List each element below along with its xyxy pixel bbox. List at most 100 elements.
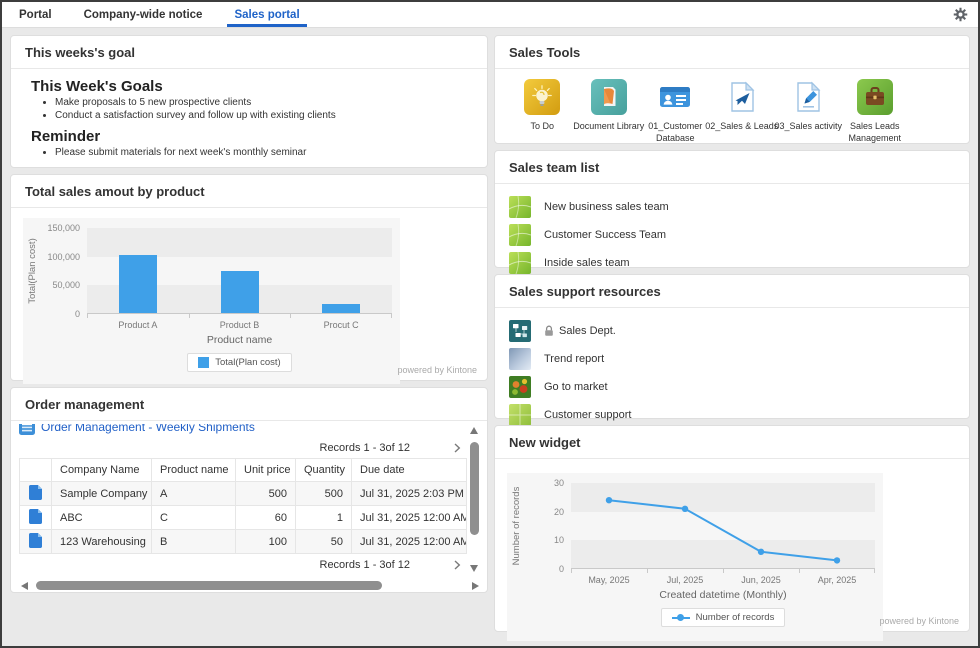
org-chart-icon	[509, 320, 531, 342]
cell-quantity: 500	[296, 482, 352, 506]
line-plot-area	[571, 483, 875, 569]
resource-label: Go to market	[544, 381, 608, 393]
team-label: Inside sales team	[544, 257, 630, 269]
table-row: 123 Warehousing B 100 50 Jul 31, 2025 12…	[20, 530, 467, 554]
gear-icon[interactable]	[953, 7, 968, 22]
next-page-icon[interactable]	[452, 558, 467, 572]
team-item-inside-sales[interactable]: Inside sales team	[509, 249, 955, 277]
records-count: Records 1 - 3of 12	[320, 559, 411, 571]
reminder-item: Please submit materials for next week's …	[55, 147, 467, 158]
line-chart: Number of records 30 20 10 0	[495, 459, 969, 633]
x-axis-labels: Product A Product B Procut C	[87, 320, 392, 330]
next-page-icon[interactable]	[452, 441, 467, 455]
briefcase-icon	[857, 79, 893, 115]
record-document-icon[interactable]	[20, 482, 52, 506]
goal-heading: This Week's Goals	[31, 78, 467, 95]
cell-unit-price: 500	[236, 482, 296, 506]
app-customer-database[interactable]: 01_Customer Database	[642, 79, 709, 144]
trend-gradient-icon	[509, 348, 531, 370]
vertical-scroll-track[interactable]	[470, 438, 479, 561]
team-item-customer-success[interactable]: Customer Success Team	[509, 221, 955, 249]
cell-quantity: 1	[296, 506, 352, 530]
chart-legend: Total(Plan cost)	[187, 353, 291, 372]
document-library-icon	[591, 79, 627, 115]
cell-product: B	[152, 530, 236, 554]
col-product-name: Product name	[152, 459, 236, 482]
resource-go-to-market[interactable]: Go to market	[509, 373, 955, 401]
left-column: This weeks's goal This Week's Goals Make…	[10, 35, 488, 639]
col-unit-price: Unit price	[236, 459, 296, 482]
bar-product-b	[221, 271, 259, 313]
lock-icon	[544, 325, 554, 337]
goal-item: Make proposals to 5 new prospective clie…	[55, 97, 467, 108]
tab-company-wide-notice[interactable]: Company-wide notice	[77, 2, 210, 27]
cell-due-date: Jul 31, 2025 12:00 AM	[352, 530, 467, 554]
green-grid-icon	[509, 404, 531, 426]
app-todo[interactable]: To Do	[509, 79, 576, 144]
bar-plot-area	[87, 228, 392, 314]
powered-by-kintone: powered by Kintone	[879, 616, 959, 626]
tab-sales-portal[interactable]: Sales portal	[227, 2, 306, 27]
x-axis-labels: May, 2025 Jul, 2025 Jun, 2025 Apr, 2025	[571, 575, 875, 585]
todo-lightbulb-icon	[524, 79, 560, 115]
resource-trend-report[interactable]: Trend report	[509, 345, 955, 373]
resource-label: Trend report	[544, 353, 604, 365]
col-record-icon	[20, 459, 52, 482]
y-axis-title: Total(Plan cost)	[27, 228, 41, 314]
col-company-name: Company Name	[52, 459, 152, 482]
app-sales-and-leads[interactable]: 02_Sales & Leads	[709, 79, 776, 144]
cell-product: A	[152, 482, 236, 506]
panel-title: Sales Tools	[495, 36, 969, 69]
record-document-icon[interactable]	[20, 506, 52, 530]
resource-sales-dept[interactable]: Sales Dept.	[509, 317, 955, 345]
paper-plane-doc-icon	[724, 79, 760, 115]
scroll-left-icon[interactable]	[21, 582, 28, 590]
app-sales-activity[interactable]: 03_Sales activity	[775, 79, 842, 144]
col-quantity: Quantity	[296, 459, 352, 482]
order-app-link[interactable]: Order Management - Weekly Shipments	[41, 424, 255, 434]
market-colors-icon	[509, 376, 531, 398]
y-axis-ticks: 30 20 10 0	[525, 483, 571, 569]
team-label: New business sales team	[544, 201, 669, 213]
panel-title: Order management	[11, 388, 487, 421]
powered-by-kintone: powered by Kintone	[397, 365, 477, 375]
horizontal-scroll-track[interactable]	[34, 581, 466, 590]
records-pager-top: Records 1 - 3of 12	[19, 437, 467, 458]
resource-list: Sales Dept. Trend report	[495, 308, 969, 433]
legend-line-marker-icon	[672, 617, 690, 619]
reminder-heading: Reminder	[31, 128, 467, 145]
line-chart-frame: Number of records 30 20 10 0	[507, 473, 883, 641]
right-column: Sales Tools	[494, 35, 970, 639]
legend-swatch-icon	[198, 357, 209, 368]
app-sales-leads-management[interactable]: Sales Leads Management	[842, 79, 909, 144]
tab-bar: Portal Company-wide notice Sales portal	[12, 2, 325, 27]
scroll-down-icon[interactable]	[470, 565, 478, 572]
order-scroll-content: Order Management - Weekly Shipments Reco…	[19, 424, 467, 574]
panel-order-management: Order management	[10, 387, 488, 593]
cell-company: Sample Company	[52, 482, 152, 506]
x-axis-title: Created datetime (Monthly)	[571, 589, 875, 601]
y-axis-title: Number of records	[511, 483, 525, 569]
app-document-library[interactable]: Document Library	[576, 79, 643, 144]
panel-sales-support-resources: Sales support resources	[494, 274, 970, 419]
goal-body: This Week's Goals Make proposals to 5 ne…	[11, 69, 487, 168]
pencil-doc-icon	[790, 79, 826, 115]
bar-chart: Total(Plan cost) 150,000 100,000 50,000 …	[11, 208, 487, 382]
scroll-right-icon[interactable]	[472, 582, 479, 590]
panel-total-sales-chart: Total sales amout by product Total(Plan …	[10, 174, 488, 381]
resource-label: Sales Dept.	[544, 325, 616, 337]
header: Portal Company-wide notice Sales portal	[2, 2, 978, 28]
scroll-up-icon[interactable]	[470, 427, 478, 434]
table-header-row: Company Name Product name Unit price Qua…	[20, 459, 467, 482]
app-label: Sales Leads Management	[836, 120, 914, 144]
team-list: New business sales team Customer Success…	[495, 184, 969, 281]
horizontal-scroll-thumb[interactable]	[36, 581, 382, 590]
reminder-list: Please submit materials for next week's …	[31, 147, 467, 158]
col-due-date: Due date	[352, 459, 467, 482]
vertical-scroll-thumb[interactable]	[470, 442, 479, 535]
tab-portal[interactable]: Portal	[12, 2, 59, 27]
record-document-icon[interactable]	[20, 530, 52, 554]
team-item-new-business[interactable]: New business sales team	[509, 193, 955, 221]
portal-content: This weeks's goal This Week's Goals Make…	[2, 28, 978, 646]
cell-quantity: 50	[296, 530, 352, 554]
